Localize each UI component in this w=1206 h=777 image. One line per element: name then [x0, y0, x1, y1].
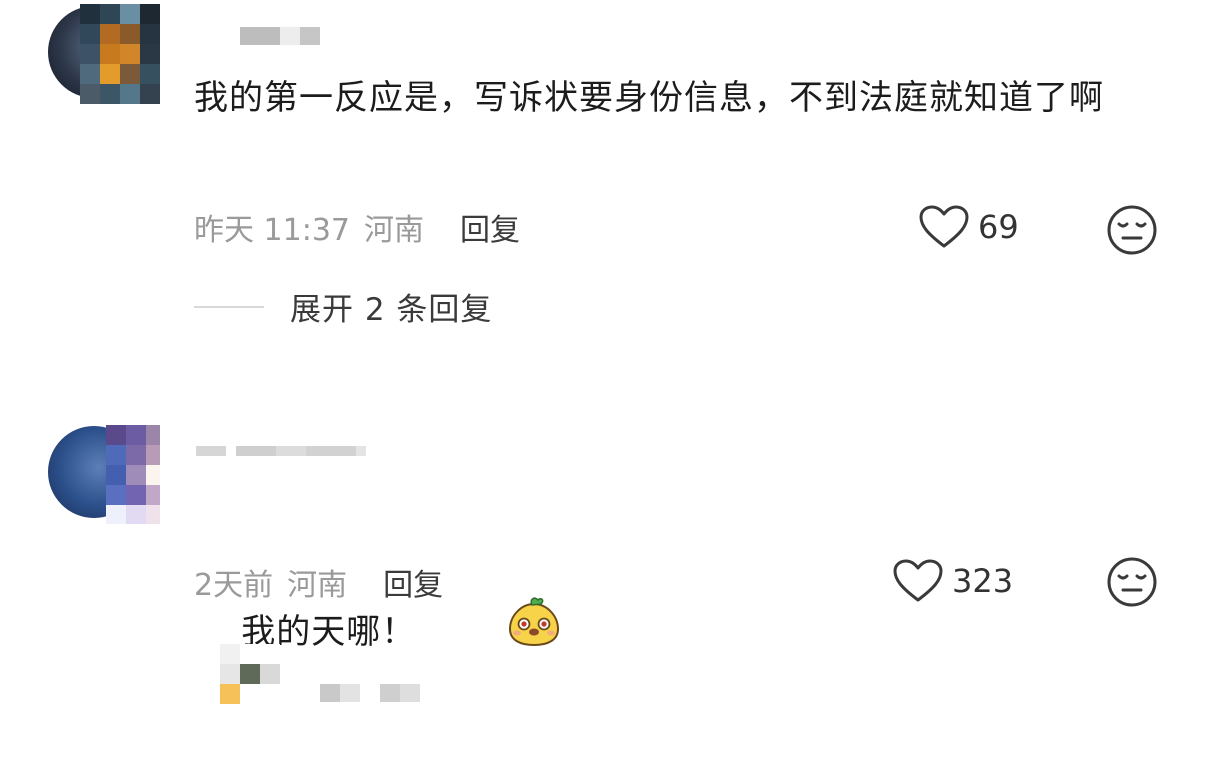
avatar[interactable]: [48, 0, 160, 104]
avatar-mosaic: [106, 425, 160, 524]
heart-outline-icon: [893, 559, 943, 602]
like-count: 323: [952, 562, 1014, 600]
heart-outline-icon: [919, 205, 969, 248]
avatar[interactable]: [48, 420, 160, 524]
expand-replies-button[interactable]: 展开 2 条回复: [194, 284, 492, 329]
neutral-face-icon: [1107, 557, 1157, 607]
comment-location: 河南: [364, 213, 424, 248]
avatar-mosaic[interactable]: [220, 644, 280, 704]
reply-button[interactable]: 回复: [460, 205, 520, 249]
comment-item: 我的第一反应是，写诉状要身份信息，不到法庭就知道了啊 昨天 11:37 河南 回…: [0, 0, 1206, 400]
expand-divider: [194, 305, 264, 308]
comment-item: 我的天哪！ 2天前 河南 回复 323: [0, 420, 1206, 652]
like-button[interactable]: 69: [918, 204, 1019, 250]
like-count: 69: [978, 208, 1019, 246]
comment-text: 我的天哪！: [194, 490, 1184, 777]
comment-time: 昨天 11:37: [194, 213, 350, 248]
reply-button[interactable]: 回复: [383, 560, 443, 604]
comment-location: 河南: [287, 568, 348, 603]
username-blurred[interactable]: [240, 27, 320, 45]
comment-meta: 2天前 河南 回复: [194, 560, 443, 604]
comment-time: 2天前: [194, 568, 274, 603]
expand-replies-label: 展开 2 条回复: [290, 292, 493, 328]
username-blurred[interactable]: [196, 446, 366, 456]
comment-meta: 昨天 11:37 河南 回复: [194, 205, 520, 249]
dislike-button[interactable]: [1106, 204, 1158, 260]
dislike-button[interactable]: [1106, 556, 1158, 612]
comment-text: 我的第一反应是，写诉状要身份信息，不到法庭就知道了啊: [194, 78, 1104, 118]
avatar-mosaic: [80, 4, 160, 104]
like-button[interactable]: 323: [892, 558, 1013, 604]
username-blurred[interactable]: [320, 684, 420, 702]
neutral-face-icon: [1107, 205, 1157, 255]
comment-item-partial: [0, 640, 1206, 704]
